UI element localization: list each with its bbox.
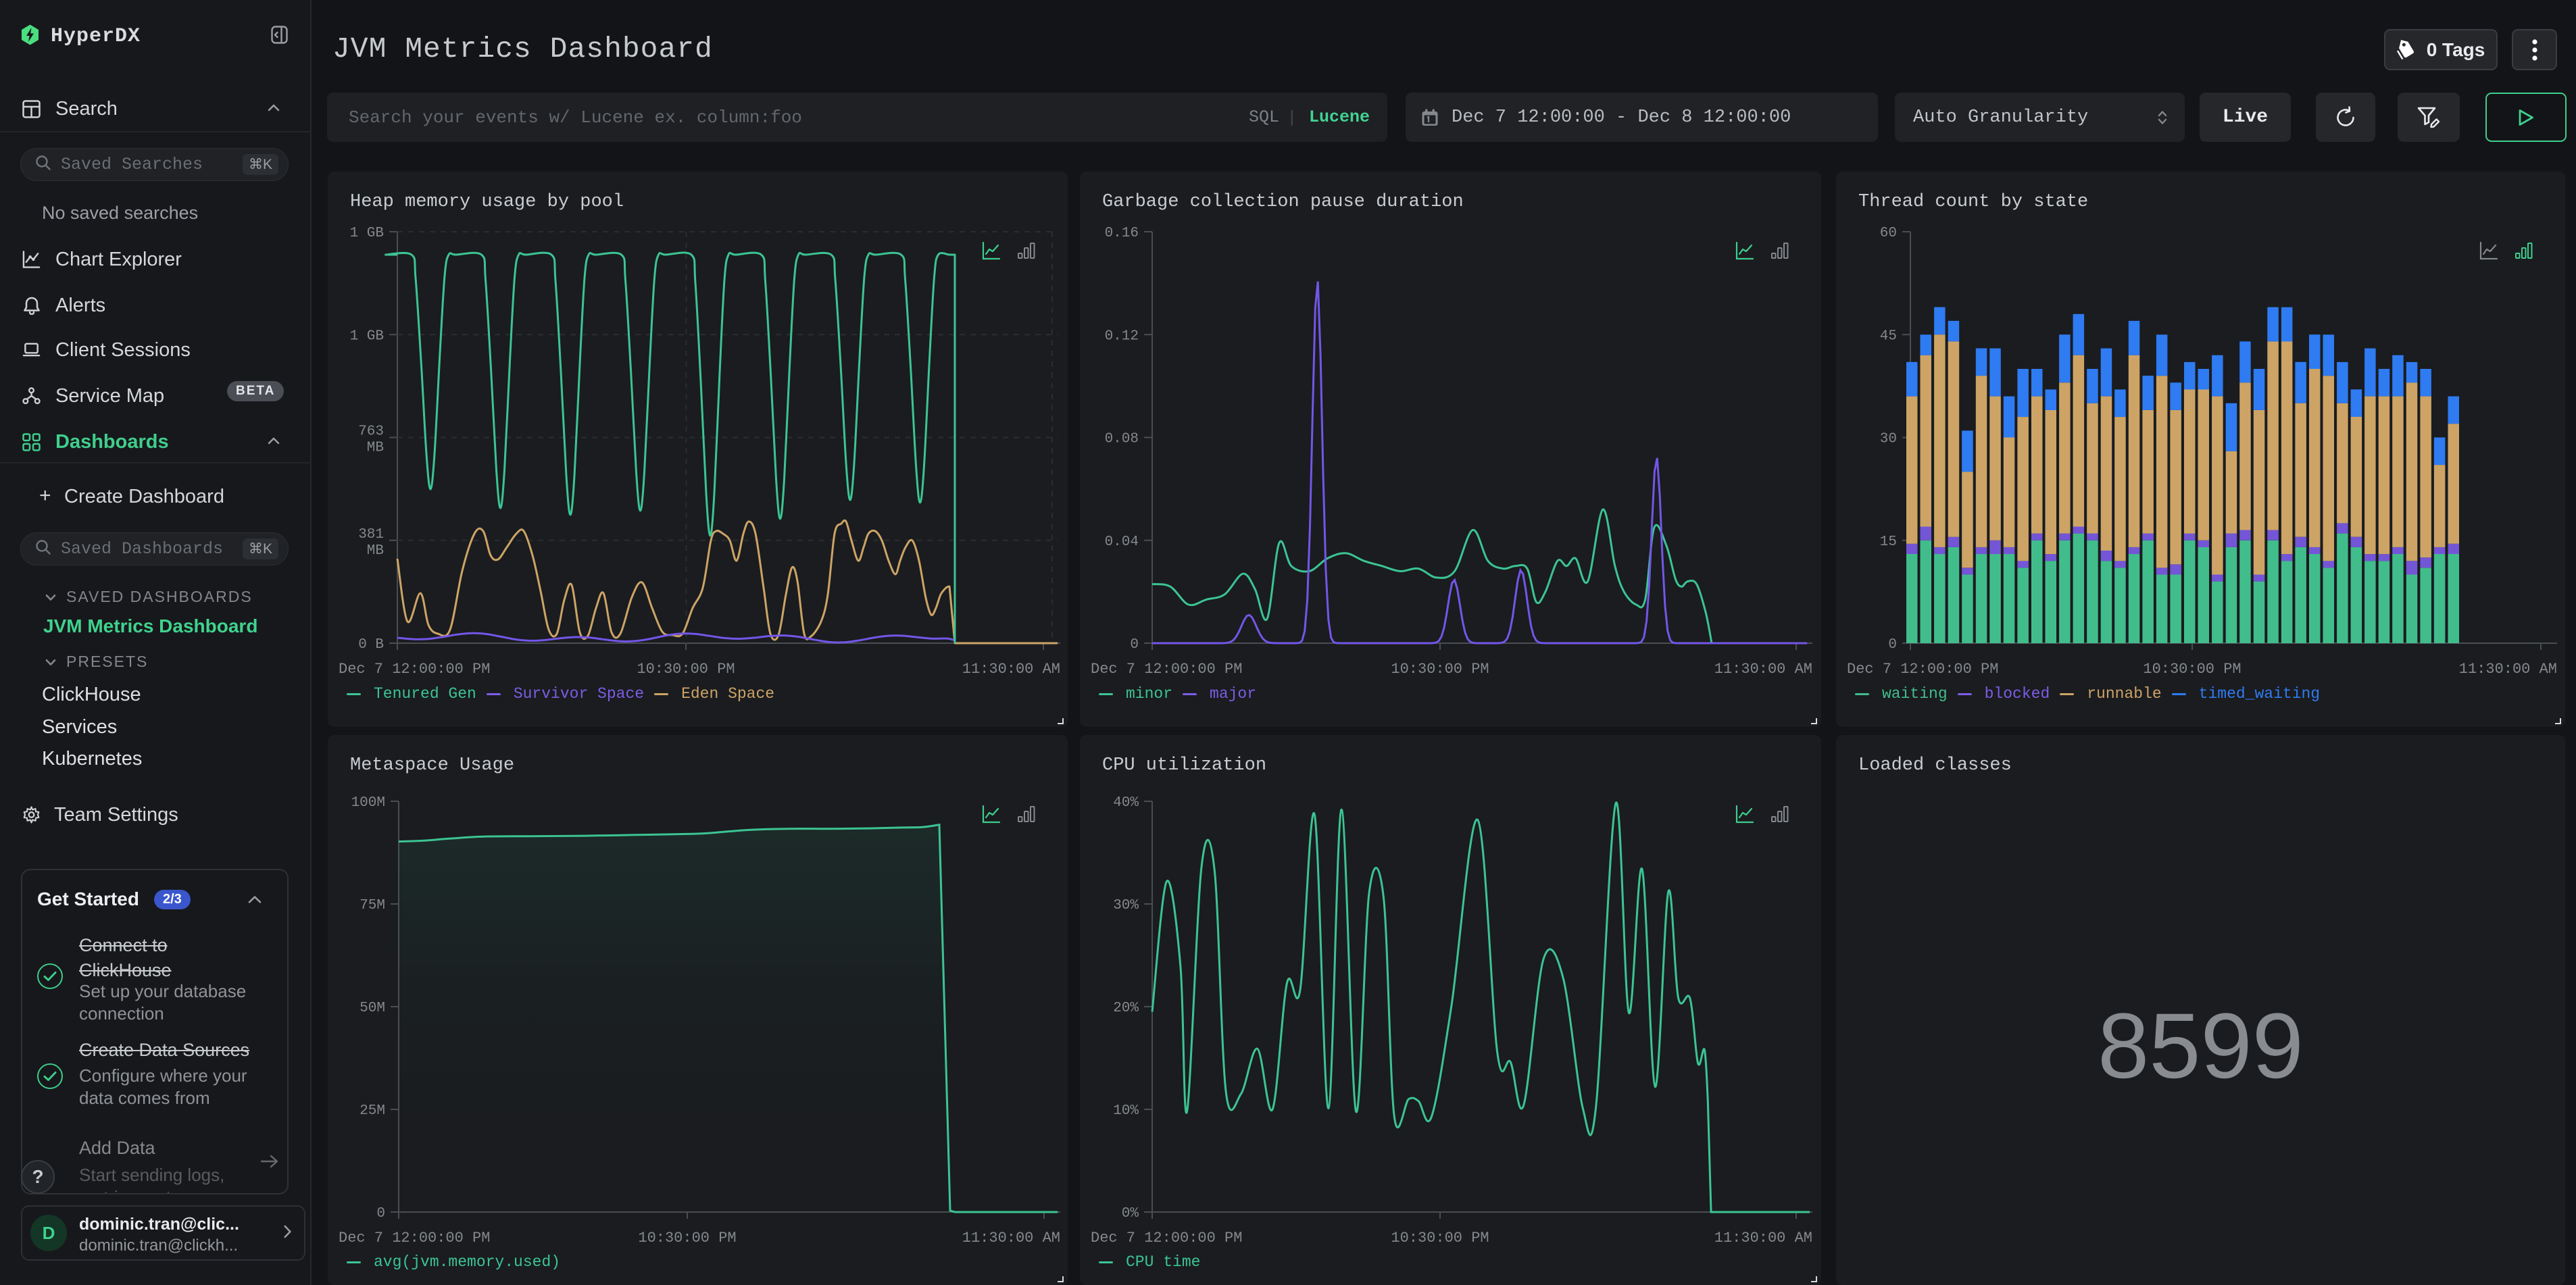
svg-text:0.12: 0.12 xyxy=(1105,328,1139,344)
svg-text:10:30:00 PM: 10:30:00 PM xyxy=(1391,661,1489,678)
svg-text:Dec 7 12:00:00 PM: Dec 7 12:00:00 PM xyxy=(1091,1230,1242,1246)
svg-text:MB: MB xyxy=(367,543,384,559)
svg-text:11:30:00 AM: 11:30:00 AM xyxy=(2459,661,2557,678)
svg-text:10:30:00 PM: 10:30:00 PM xyxy=(1391,1230,1489,1246)
svg-text:1 GB: 1 GB xyxy=(350,226,384,241)
svg-text:45: 45 xyxy=(1880,328,1897,344)
svg-text:763: 763 xyxy=(358,424,384,440)
svg-text:Dec 7 12:00:00 PM: Dec 7 12:00:00 PM xyxy=(339,1230,490,1246)
svg-text:381: 381 xyxy=(358,527,384,543)
svg-text:0.08: 0.08 xyxy=(1105,432,1139,447)
svg-text:Dec 7 12:00:00 PM: Dec 7 12:00:00 PM xyxy=(1847,661,1998,678)
svg-text:25M: 25M xyxy=(360,1103,385,1119)
svg-text:10:30:00 PM: 10:30:00 PM xyxy=(2143,661,2241,678)
svg-text:50M: 50M xyxy=(360,1001,385,1016)
svg-text:0%: 0% xyxy=(1122,1206,1139,1221)
svg-text:100M: 100M xyxy=(351,795,385,811)
svg-text:11:30:00 AM: 11:30:00 AM xyxy=(962,661,1060,678)
svg-text:0: 0 xyxy=(1888,637,1897,653)
svg-text:30: 30 xyxy=(1880,432,1897,447)
svg-text:0: 0 xyxy=(376,1206,385,1221)
svg-text:10%: 10% xyxy=(1113,1103,1139,1119)
svg-text:40%: 40% xyxy=(1113,795,1139,811)
svg-text:Dec 7 12:00:00 PM: Dec 7 12:00:00 PM xyxy=(1091,661,1242,678)
svg-text:30%: 30% xyxy=(1113,898,1139,913)
svg-text:MB: MB xyxy=(367,440,384,456)
svg-text:11:30:00 AM: 11:30:00 AM xyxy=(962,1230,1060,1246)
svg-text:11:30:00 AM: 11:30:00 AM xyxy=(1714,1230,1812,1246)
svg-text:15: 15 xyxy=(1880,534,1897,550)
svg-text:0: 0 xyxy=(1130,637,1139,653)
svg-text:20%: 20% xyxy=(1113,1001,1139,1016)
svg-text:60: 60 xyxy=(1880,226,1897,241)
svg-text:11:30:00 AM: 11:30:00 AM xyxy=(1714,661,1812,678)
svg-text:0 B: 0 B xyxy=(358,637,384,653)
svg-text:10:30:00 PM: 10:30:00 PM xyxy=(637,661,735,678)
svg-text:0.16: 0.16 xyxy=(1105,226,1139,241)
svg-text:Dec 7 12:00:00 PM: Dec 7 12:00:00 PM xyxy=(339,661,490,678)
svg-text:1 GB: 1 GB xyxy=(350,328,384,344)
svg-text:0.04: 0.04 xyxy=(1105,534,1139,550)
svg-text:75M: 75M xyxy=(360,898,385,913)
svg-text:10:30:00 PM: 10:30:00 PM xyxy=(638,1230,736,1246)
